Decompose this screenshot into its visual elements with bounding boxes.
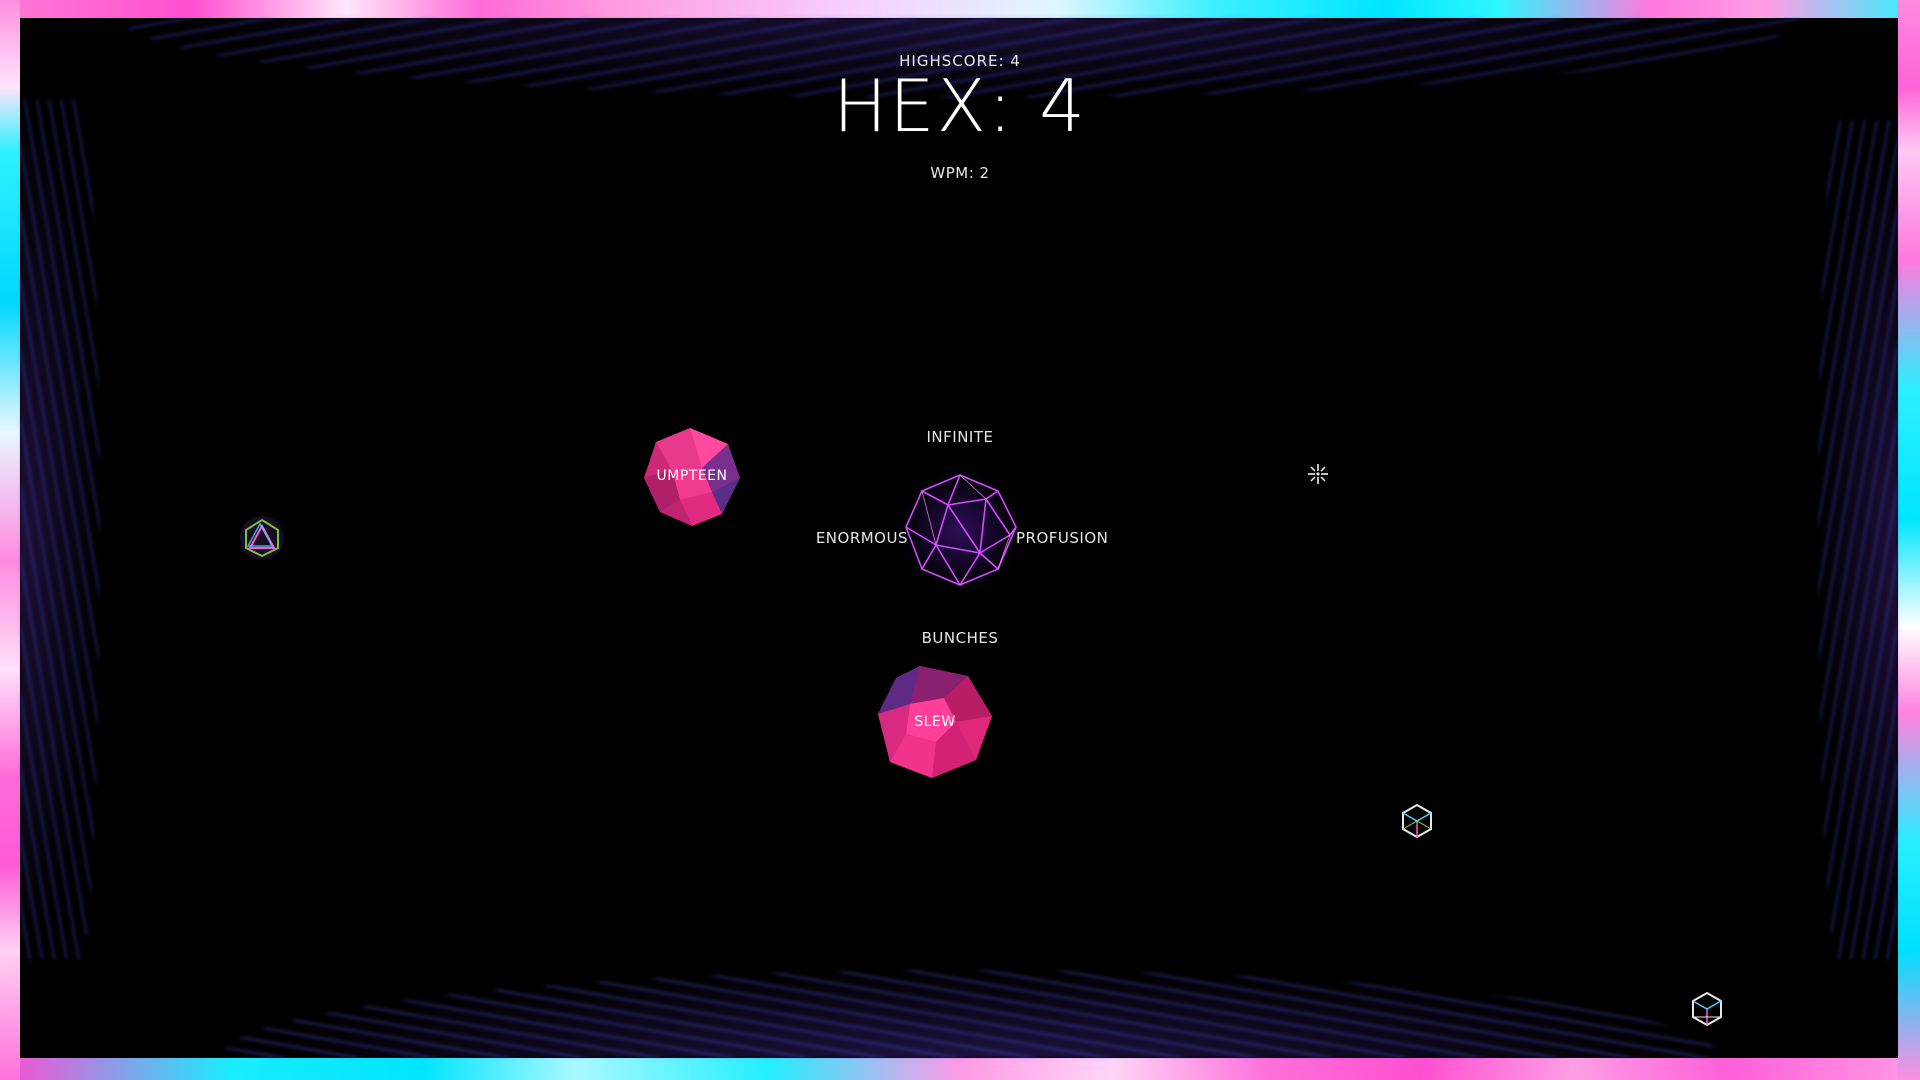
glitch-effect-left: [20, 100, 100, 960]
neon-frame-top: [0, 0, 1920, 18]
wpm-label: WPM: 2: [930, 164, 990, 182]
player-wireframe-icon: [890, 464, 1030, 596]
choice-word-bottom: BUNCHES: [921, 629, 999, 647]
crosshair-cursor-icon: [1306, 462, 1330, 486]
neon-frame-right: [1898, 0, 1920, 1080]
choice-word-left: ENORMOUS: [815, 529, 908, 547]
glitch-effect-right: [1818, 120, 1898, 960]
enemy-gem-slew: SLEW: [876, 664, 994, 780]
small-polyhedron-right-icon: [1398, 802, 1436, 840]
glitch-effect-bottom: [220, 970, 1720, 1058]
neon-frame-bottom: [0, 1058, 1920, 1080]
enemy-word-label: SLEW: [914, 714, 956, 730]
choice-word-right: PROFUSION: [1016, 529, 1109, 547]
enemy-gem-umpteen: UMPTEEN: [642, 426, 742, 528]
hex-score: HEX: 4: [833, 64, 1087, 148]
enemy-word-label: UMPTEEN: [656, 468, 728, 484]
neon-frame-left: [0, 0, 20, 1080]
choice-word-top: INFINITE: [926, 428, 994, 446]
small-polyhedron-corner-icon: [1688, 990, 1726, 1028]
game-stage: HIGHSCORE: 4 HEX: 4 WPM: 2 INFINITE ENOR…: [0, 0, 1920, 1080]
small-polyhedron-left-icon: [238, 514, 286, 562]
